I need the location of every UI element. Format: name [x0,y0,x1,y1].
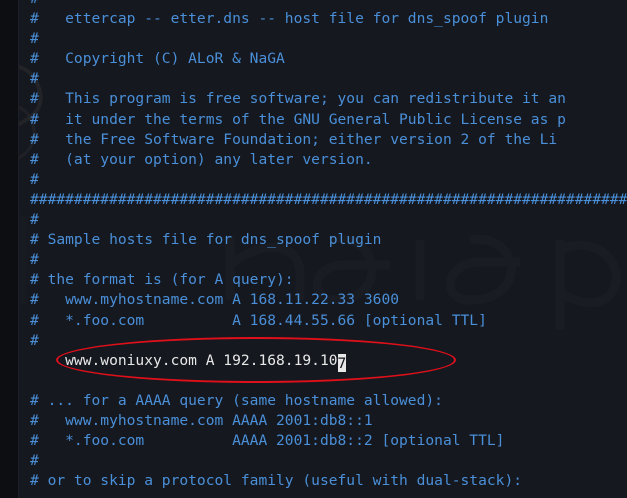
comment-line: # (at your option) any later version. [30,150,627,170]
line-text: # [30,251,39,269]
window-left-edge [0,0,19,498]
comment-line: # [30,210,627,230]
comment-line: # [30,69,627,89]
line-text: # or to skip a protocol family (useful w… [30,472,523,490]
line-text: # ... for a AAAA query (same hostname al… [30,391,443,409]
comment-line: # [30,0,627,9]
comment-line: # [30,29,627,49]
comment-line: # [30,331,627,351]
comment-line: # ettercap -- etter.dns -- host file for… [30,9,627,29]
comment-line: # [30,451,627,471]
comment-line: # the format is (for A query): [30,270,627,290]
line-text: # *.foo.com A 168.44.55.66 [optional TTL… [30,311,487,329]
comment-line: # Sample hosts file for dns_spoof plugin [30,230,627,250]
line-text: # This program is free software; you can… [30,90,566,108]
comment-line: # *.foo.com A 168.44.55.66 [optional TTL… [30,311,627,331]
comment-line: # www.myhostname.com A 168.11.22.33 3600 [30,290,627,310]
line-text: # *.foo.com AAAA 2001:db8::2 [optional T… [30,432,505,450]
comment-line: # the Free Software Foundation; either v… [30,130,627,150]
line-text: # Sample hosts file for dns_spoof plugin [30,231,382,249]
line-text: # it under the terms of the GNU General … [30,110,566,128]
line-text: # the format is (for A query): [30,271,294,289]
line-text: www.woniuxy.com A 192.168.19.10 [30,351,338,369]
terminal-editor[interactable]: # # ettercap -- etter.dns -- host file fo… [18,0,627,498]
comment-line: # This program is free software; you can… [30,89,627,109]
line-text: # Copyright (C) ALoR & NaGA [30,50,285,68]
line-text: # [30,0,39,7]
line-text: # www.myhostname.com A 168.11.22.33 3600 [30,291,400,309]
comment-line: # [30,170,627,190]
host-entry-line [30,371,627,391]
line-text: # [30,70,39,88]
comment-line: # www.myhostname.com AAAA 2001:db8::1 [30,411,627,431]
comment-line: ########################################… [30,190,627,210]
line-text: # [30,170,39,188]
comment-line: # ... for a AAAA query (same hostname al… [30,391,627,411]
comment-line: # or to skip a protocol family (useful w… [30,471,627,491]
line-text: # the Free Software Foundation; either v… [30,130,558,148]
file-content: # # ettercap -- etter.dns -- host file fo… [30,0,627,491]
comment-line: # Copyright (C) ALoR & NaGA [30,49,627,69]
text-cursor: 7 [337,353,347,372]
line-text: # [30,211,39,229]
screenshot: # # ettercap -- etter.dns -- host file fo… [0,0,627,498]
comment-line: # [30,250,627,270]
host-entry-line: www.woniuxy.com A 192.168.19.107 [30,351,627,372]
line-text: ########################################… [30,190,627,208]
line-text: # ettercap -- etter.dns -- host file for… [30,10,549,28]
line-text: # [30,452,39,470]
line-text: # (at your option) any later version. [30,150,373,168]
line-text: # [30,331,39,349]
line-text: # www.myhostname.com AAAA 2001:db8::1 [30,411,373,429]
line-text: # [30,30,39,48]
comment-line: # it under the terms of the GNU General … [30,110,627,130]
comment-line: # *.foo.com AAAA 2001:db8::2 [optional T… [30,431,627,451]
